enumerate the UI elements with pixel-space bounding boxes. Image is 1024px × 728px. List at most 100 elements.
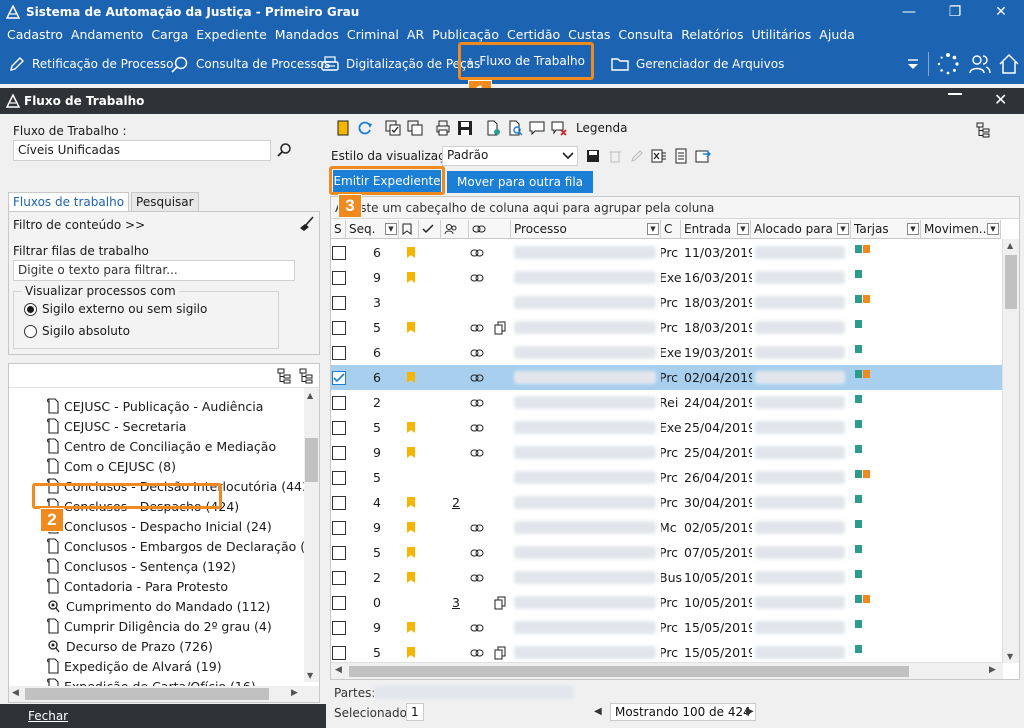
toolbar-overflow-icon[interactable] (905, 56, 921, 72)
row-number-link[interactable]: 2 (452, 495, 460, 510)
close-window-button[interactable]: ✕ (978, 0, 1024, 24)
row-checkbox-cell[interactable] (332, 440, 347, 465)
menu-carga[interactable]: Carga (147, 27, 192, 42)
row-checkbox[interactable] (332, 445, 346, 460)
tree-layout-icon[interactable] (976, 122, 992, 141)
search-icon[interactable] (276, 142, 292, 161)
row-number-cell[interactable] (452, 240, 466, 265)
scroll-right-icon[interactable]: ▶ (291, 688, 298, 698)
home-icon[interactable] (998, 52, 1020, 79)
link-icon[interactable] (470, 515, 486, 540)
row-number-cell[interactable] (452, 265, 466, 290)
tree-vertical-scrollbar[interactable]: ▲ ▼ (304, 388, 319, 682)
row-checkbox-cell[interactable] (332, 515, 347, 540)
row-checkbox-cell[interactable] (332, 240, 347, 265)
col-users[interactable] (441, 220, 469, 239)
row-number-cell[interactable] (452, 565, 466, 590)
tree-item[interactable]: Conclusos - Despacho Inicial (24) (47, 516, 272, 536)
menu-consulta[interactable]: Consulta (614, 27, 677, 42)
col-check[interactable] (419, 220, 441, 239)
filter-dropdown-icon[interactable]: ▼ (907, 223, 919, 235)
link-icon[interactable] (470, 265, 486, 290)
row-number-cell[interactable] (452, 615, 466, 640)
row-checkbox-cell[interactable] (332, 490, 347, 515)
legenda-link[interactable]: Legenda (576, 121, 627, 135)
row-number-cell[interactable]: 2 (452, 490, 466, 515)
table-row[interactable]: 5 Prc 07/05/2019 (331, 540, 1003, 565)
filter-dropdown-icon[interactable]: ▼ (737, 223, 749, 235)
menu-custas[interactable]: Custas (564, 27, 614, 42)
tree-item[interactable]: Contadoria - Para Protesto (47, 576, 228, 596)
report-icon[interactable] (670, 146, 692, 166)
row-number-cell[interactable] (452, 290, 466, 315)
link-icon[interactable] (470, 365, 486, 390)
grid-vertical-scrollbar[interactable]: ▲ ▼ (1002, 239, 1019, 663)
row-checkbox-cell[interactable] (332, 615, 347, 640)
row-number-cell[interactable] (452, 365, 466, 390)
table-row[interactable]: 5 Prc 18/03/2019 (331, 315, 1003, 340)
link-icon[interactable] (470, 565, 486, 590)
collapse-tree-icon[interactable] (299, 368, 315, 387)
radio-sigilo-absoluto[interactable]: Sigilo absoluto (24, 324, 130, 338)
row-checkbox-cell[interactable] (332, 540, 347, 565)
row-checkbox[interactable] (332, 495, 346, 510)
filter-dropdown-icon[interactable]: ▼ (385, 223, 397, 235)
row-checkbox[interactable] (332, 420, 346, 435)
col-select[interactable]: S (331, 220, 346, 239)
minimize-button[interactable]: — (886, 0, 932, 24)
row-checkbox[interactable] (332, 295, 346, 310)
scroll-left-icon[interactable]: ◀ (12, 688, 19, 698)
col-alocado[interactable]: Alocado para ... ▼ (751, 220, 851, 239)
fluxo-trabalho-button[interactable]: Fluxo de Trabalho (458, 42, 594, 80)
table-row[interactable]: 5 Prc 26/04/2019 (331, 465, 1003, 490)
menu-expediente[interactable]: Expediente (192, 27, 271, 42)
estilo-select[interactable]: Padrão (442, 146, 578, 166)
scroll-left-icon[interactable]: ◀ (335, 665, 342, 675)
tree-item[interactable]: Decurso de Prazo (726) (47, 636, 213, 656)
row-number-cell[interactable]: 3 (452, 590, 466, 615)
next-page-icon[interactable]: ▶ (746, 706, 754, 717)
previous-page-icon[interactable]: ◀ (594, 706, 602, 717)
filtro-conteudo-toggle[interactable]: Filtro de conteúdo >> (13, 218, 145, 232)
document-copy-icon[interactable] (494, 315, 508, 340)
table-row[interactable]: 0 3 Prc 10/05/2019 (331, 590, 1003, 615)
row-number-cell[interactable] (452, 515, 466, 540)
row-checkbox-cell[interactable] (332, 265, 347, 290)
consulta-processos-button[interactable]: Consulta de Processos (164, 49, 336, 79)
row-checkbox[interactable] (332, 570, 346, 585)
document-add-icon[interactable] (482, 118, 504, 138)
print-icon[interactable] (432, 118, 454, 138)
grid-horizontal-scrollbar[interactable]: ◀ ▶ (331, 662, 1003, 679)
col-processo[interactable]: Processo ▼ (511, 220, 661, 239)
table-row[interactable]: 2 Bus 10/05/2019 (331, 565, 1003, 590)
tree-item[interactable]: Expedição de Alvará (19) (47, 656, 222, 676)
maximize-button[interactable]: ❐ (932, 0, 978, 24)
link-icon[interactable] (470, 315, 486, 340)
tree-horizontal-scrollbar[interactable]: ◀ ▶ (9, 686, 319, 702)
row-number-cell[interactable] (452, 440, 466, 465)
tree-item[interactable]: Centro de Conciliação e Mediação (47, 436, 276, 456)
row-checkbox-cell[interactable] (332, 590, 347, 615)
fechar-button[interactable]: Fechar (0, 704, 326, 728)
link-icon[interactable] (470, 615, 486, 640)
check-all-icon[interactable] (382, 118, 404, 138)
gerenciador-arquivos-button[interactable]: Gerenciador de Arquivos (604, 49, 790, 79)
menu-mandados[interactable]: Mandados (271, 27, 343, 42)
row-checkbox-cell[interactable] (332, 315, 347, 340)
tab-pesquisar[interactable]: Pesquisar (131, 192, 199, 211)
row-checkbox-cell[interactable] (332, 340, 347, 365)
document-search-icon[interactable] (504, 118, 526, 138)
table-row[interactable]: 2 Rei 24/04/2019 (331, 390, 1003, 415)
tree-item[interactable]: CEJUSC - Publicação - Audiência (47, 396, 263, 416)
table-row[interactable]: 9 Mc 02/05/2019 (331, 515, 1003, 540)
tree-hscroll-thumb[interactable] (25, 688, 269, 700)
delete-comment-icon[interactable] (548, 118, 570, 138)
table-row[interactable]: 9 Prc 25/04/2019 (331, 440, 1003, 465)
save-icon[interactable] (454, 118, 476, 138)
row-number-link[interactable]: 3 (452, 595, 460, 610)
scroll-up-icon[interactable]: ▲ (1007, 241, 1013, 250)
retificacao-button[interactable]: Retificação de Processo (2, 49, 180, 79)
grid-hscroll-thumb[interactable] (349, 666, 909, 677)
row-checkbox[interactable] (332, 245, 346, 260)
link-icon[interactable] (470, 390, 486, 415)
